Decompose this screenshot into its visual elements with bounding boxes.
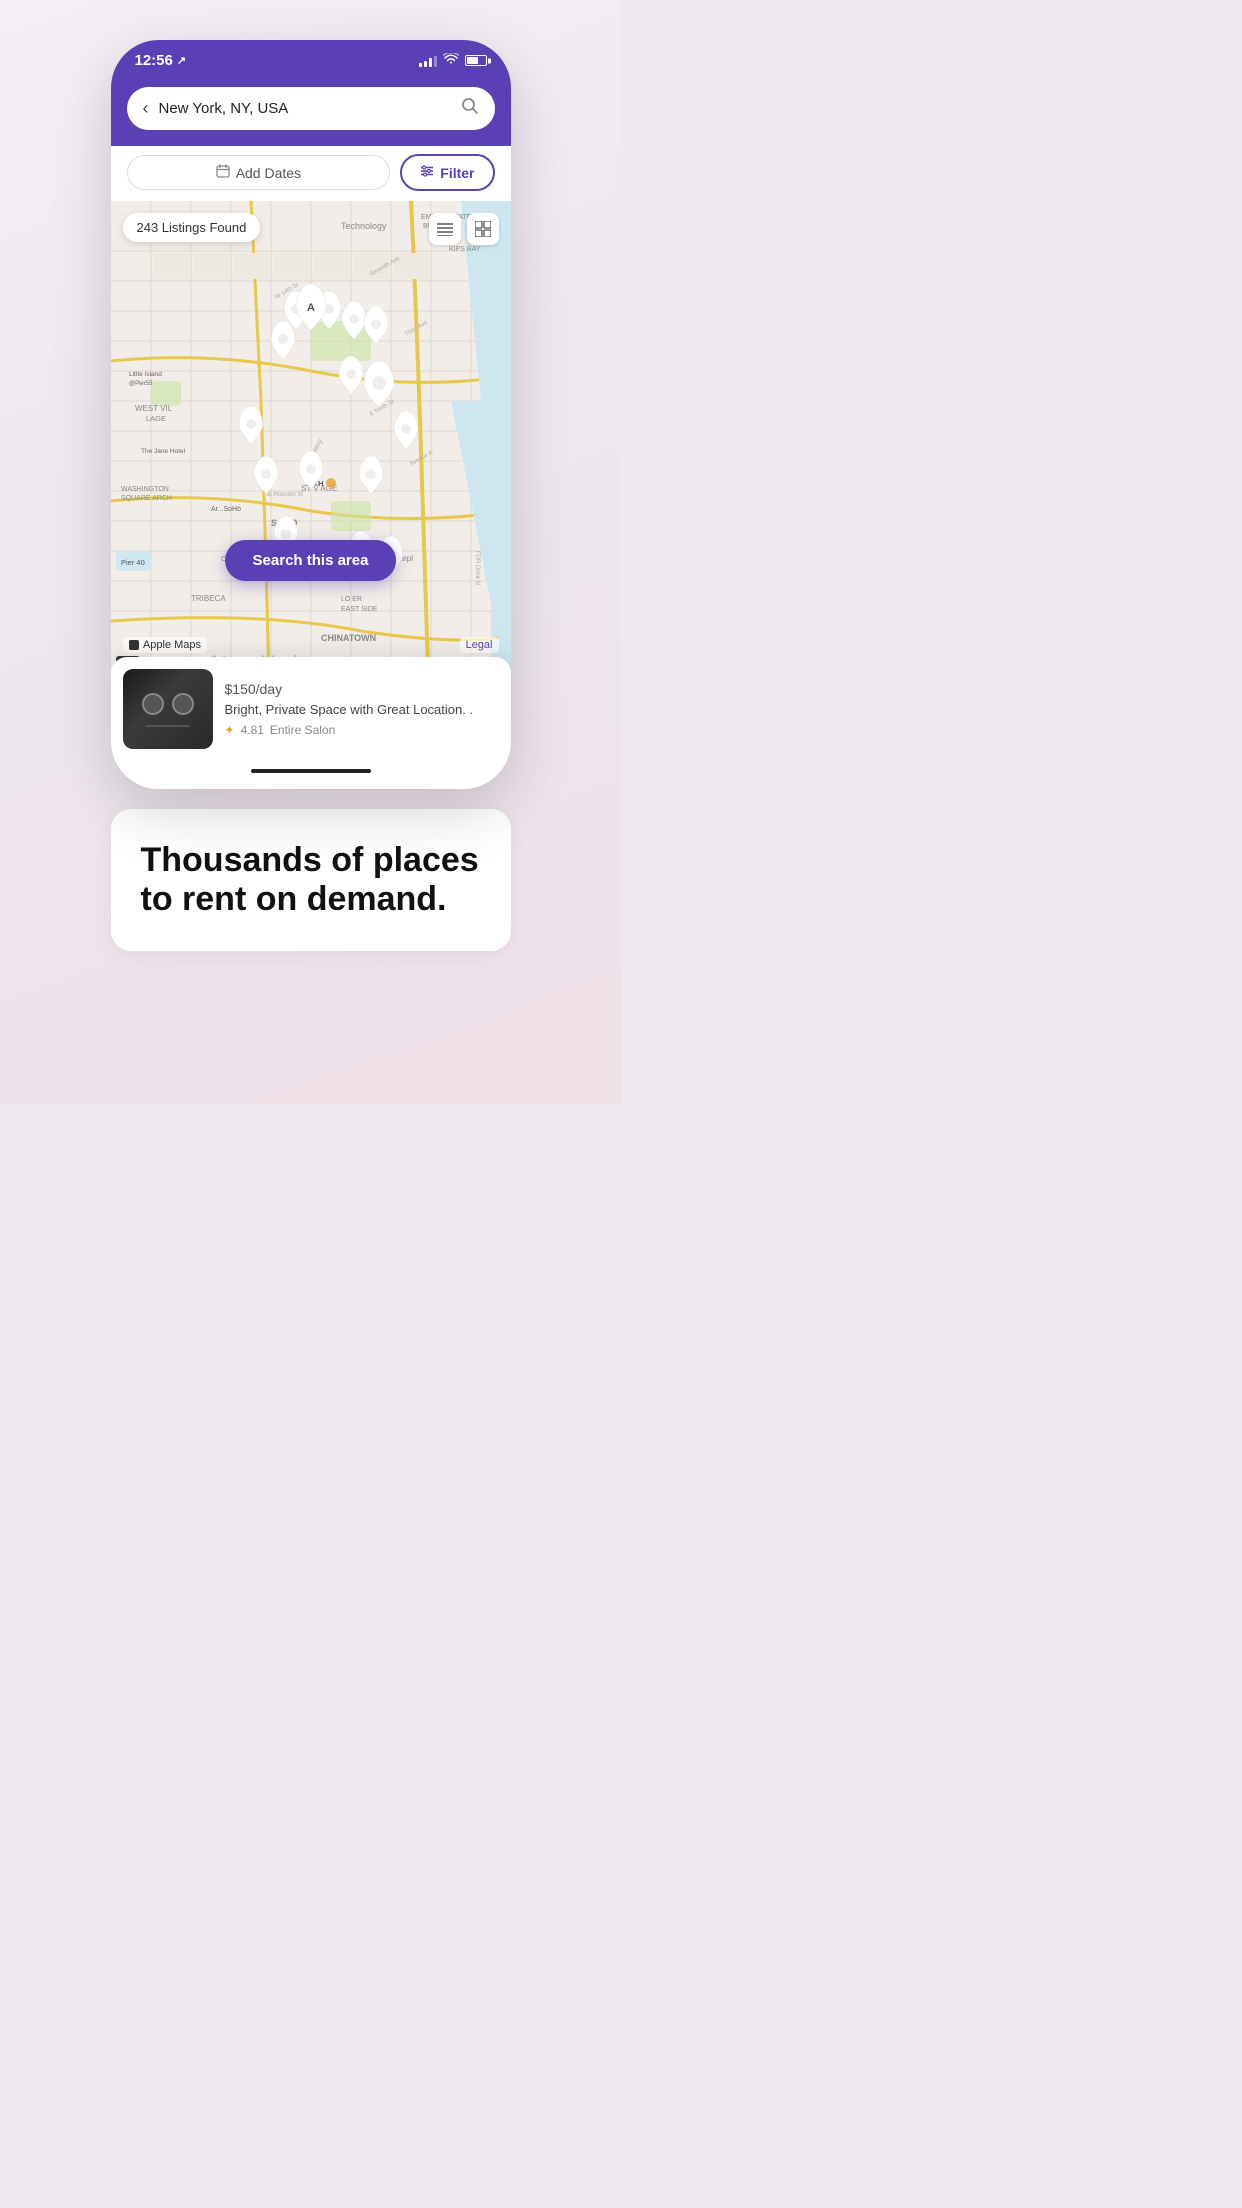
svg-text:Ar...SoHo: Ar...SoHo <box>211 506 241 513</box>
home-indicator <box>111 761 511 789</box>
svg-text:KIPS BAY: KIPS BAY <box>449 246 481 253</box>
phone-shell: 12:56 ↗ <box>111 40 511 789</box>
app-header: ‹ New York, NY, USA <box>111 79 511 146</box>
filter-button[interactable]: Filter <box>400 154 494 191</box>
signal-bar-4 <box>434 56 437 67</box>
add-dates-button[interactable]: Add Dates <box>127 155 391 190</box>
filter-sliders-icon <box>420 164 434 181</box>
svg-text:A: A <box>307 302 315 314</box>
listing-type: Entire Salon <box>270 723 335 737</box>
filter-row: Add Dates Filter <box>111 146 511 201</box>
time-display: 12:56 <box>135 52 173 69</box>
svg-text:The Jane Hotel: The Jane Hotel <box>141 448 186 455</box>
svg-text:CHINATOWN: CHINATOWN <box>321 633 376 643</box>
signal-bar-2 <box>424 61 427 67</box>
listings-count: 243 Listings Found <box>137 220 247 235</box>
svg-text:LAGE: LAGE <box>146 414 166 423</box>
filter-label: Filter <box>440 165 474 181</box>
map-container[interactable]: Technology EMPIRE STATE BUILDING KIPS BA… <box>111 201 511 761</box>
svg-text:LO ER: LO ER <box>341 596 362 603</box>
search-area-button[interactable]: Search this area <box>225 540 397 581</box>
home-bar <box>251 769 371 773</box>
svg-text:WEST VIL: WEST VIL <box>135 404 173 413</box>
listing-price: $150/day <box>225 681 499 699</box>
signal-bars <box>419 55 437 67</box>
svg-text:@Pier55: @Pier55 <box>129 381 153 387</box>
svg-text:FDR Drive N: FDR Drive N <box>474 551 480 585</box>
listing-title: Bright, Private Space with Great Locatio… <box>225 702 499 717</box>
page-background: 12:56 ↗ <box>0 0 621 1104</box>
location-arrow-icon: ↗ <box>177 54 186 67</box>
svg-text:SQUARE ARCH: SQUARE ARCH <box>121 495 172 502</box>
signal-bar-1 <box>419 63 422 67</box>
grid-view-button[interactable] <box>467 213 499 245</box>
status-bar: 12:56 ↗ <box>111 40 511 79</box>
headline-line2: to rent on demand. <box>141 880 447 918</box>
svg-text:WASHINGTON: WASHINGTON <box>121 486 169 493</box>
salon-interior <box>123 669 213 749</box>
status-icons <box>419 53 487 68</box>
status-time: 12:56 ↗ <box>135 52 187 69</box>
battery-icon <box>465 55 487 66</box>
search-bar[interactable]: ‹ New York, NY, USA <box>127 87 495 130</box>
svg-text:W Houston St: W Houston St <box>266 492 303 498</box>
map-view-toggle <box>429 213 499 245</box>
wifi-icon <box>443 53 459 68</box>
svg-text:Pier 40: Pier 40 <box>121 558 145 567</box>
price-amount: $150 <box>225 681 256 697</box>
svg-text:TRIBECA: TRIBECA <box>191 594 226 603</box>
bottom-text-section: Thousands of places to rent on demand. <box>111 809 511 951</box>
listing-info: $150/day Bright, Private Space with Grea… <box>225 681 499 737</box>
back-button[interactable]: ‹ <box>143 98 149 119</box>
svg-text:Technology: Technology <box>341 221 387 231</box>
listing-meta: ✦ 4.81 Entire Salon <box>225 723 499 737</box>
promo-headline: Thousands of places to rent on demand. <box>141 841 481 919</box>
search-icon[interactable] <box>461 97 479 120</box>
calendar-icon <box>216 164 230 181</box>
price-unit: /day <box>256 681 282 697</box>
headline-line1: Thousands of places <box>141 841 479 879</box>
svg-text:Little Island: Little Island <box>129 371 162 378</box>
listing-card[interactable]: $150/day Bright, Private Space with Grea… <box>111 657 511 761</box>
person-icon: ✦ <box>225 723 235 737</box>
signal-bar-3 <box>429 58 432 67</box>
search-location-text: New York, NY, USA <box>159 100 451 117</box>
listing-image <box>123 669 213 749</box>
add-dates-label: Add Dates <box>236 165 301 181</box>
listings-badge: 243 Listings Found <box>123 213 261 242</box>
list-view-button[interactable] <box>429 213 461 245</box>
listing-rating: 4.81 <box>241 723 264 737</box>
svg-text:EAST SIDE: EAST SIDE <box>341 606 378 613</box>
